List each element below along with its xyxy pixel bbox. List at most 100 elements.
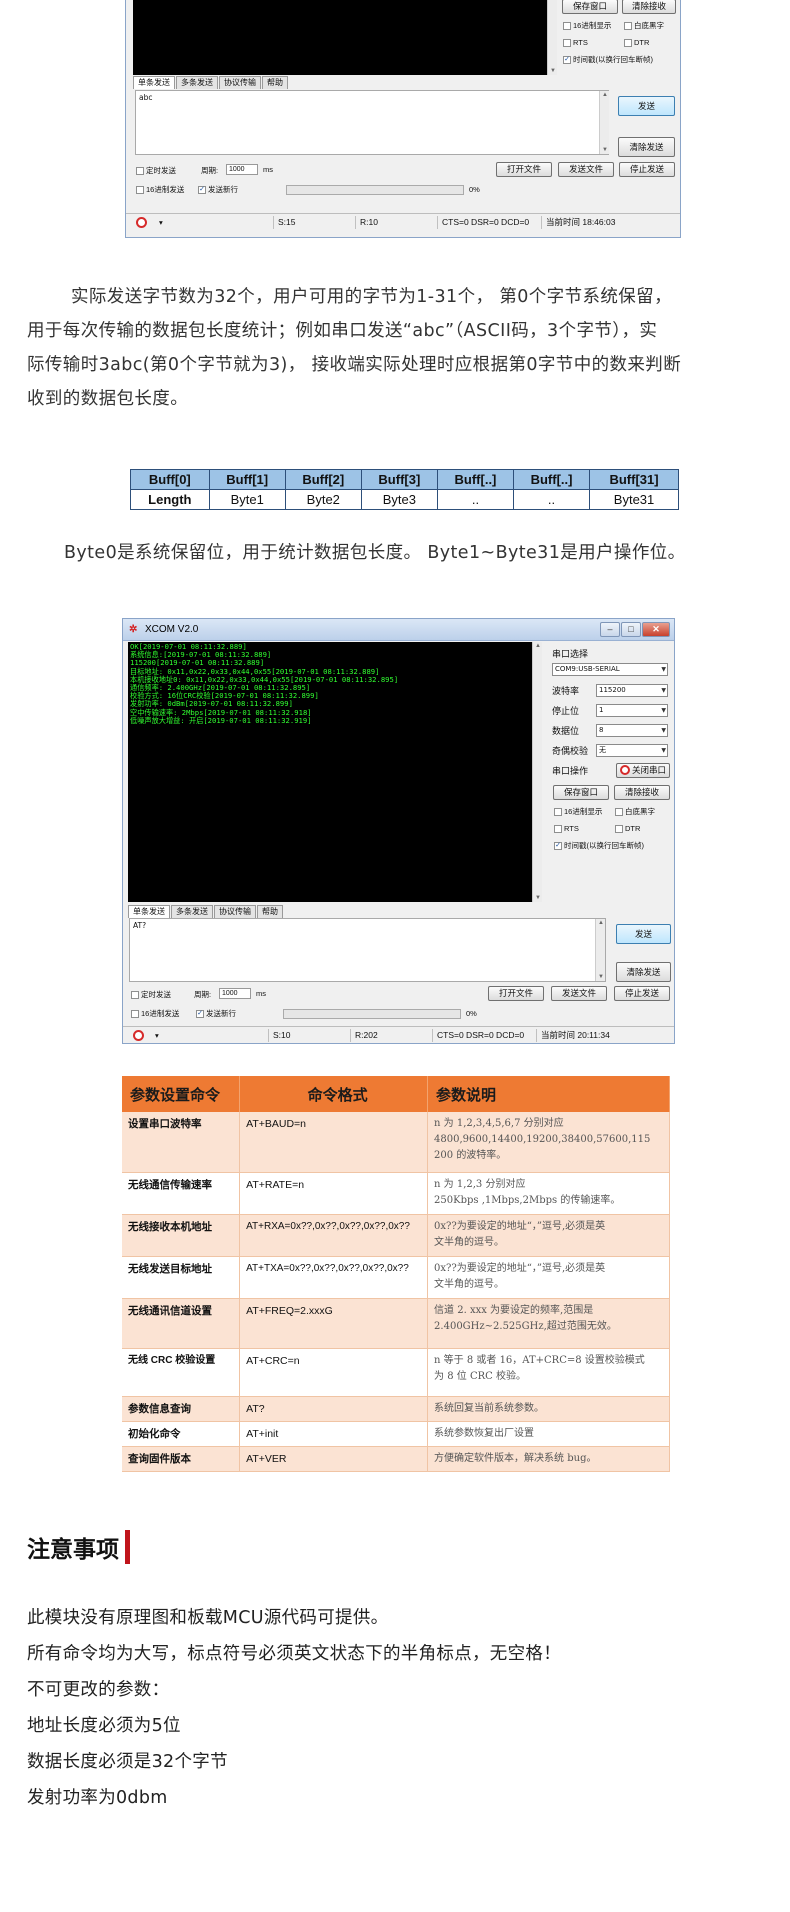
send-scrollbar[interactable]: ▲ ▼ bbox=[599, 91, 609, 154]
send-newline-checkbox[interactable]: ✓ 发送新行 bbox=[198, 184, 238, 195]
clear-send-button[interactable]: 清除发送 bbox=[618, 137, 675, 157]
scroll-up-icon[interactable]: ▲ bbox=[596, 920, 606, 926]
maximize-icon[interactable]: □ bbox=[621, 622, 641, 637]
send-file-button[interactable]: 发送文件 bbox=[558, 162, 614, 177]
receive-scrollbar[interactable]: ▼ bbox=[547, 0, 557, 75]
table-row: Length Byte1 Byte2 Byte3 .. .. Byte31 bbox=[130, 489, 679, 510]
tab-help[interactable]: 帮助 bbox=[257, 905, 283, 918]
white-black-checkbox[interactable]: 白底黑字 bbox=[624, 20, 664, 31]
title-bar: ✲ XCOM V2.0 – □ ✕ bbox=[123, 619, 674, 641]
tab-multi-send[interactable]: 多条发送 bbox=[171, 905, 213, 918]
save-window-button[interactable]: 保存窗口 bbox=[562, 0, 618, 14]
port-select-label: 串口选择 bbox=[552, 649, 589, 659]
note-line: 不可更改的参数： bbox=[27, 1680, 170, 1700]
xcom-window-top: ▼ 保存窗口 清除接收 16进制显示 白底黑字 RTS DTR ✓ 时间戳(以换行… bbox=[125, 0, 681, 238]
intro-paragraph: 实际发送字节数为32个，用户可用的字节为1-31个， 第0个字节系统保留， 用于… bbox=[27, 280, 777, 416]
baud-select[interactable]: 115200 ▼ bbox=[596, 683, 668, 697]
scroll-up-icon[interactable]: ▲ bbox=[600, 92, 610, 98]
note-line: 所有命令均为大写，标点符号必须英文状态下的半角标点，无空格！ bbox=[27, 1644, 561, 1664]
stop-bits-select[interactable]: 1 ▼ bbox=[596, 703, 668, 717]
send-newline-checkbox[interactable]: ✓ 发送新行 bbox=[196, 1008, 236, 1019]
receive-scrollbar[interactable]: ▲ ▼ bbox=[532, 642, 542, 902]
clear-receive-button[interactable]: 清除接收 bbox=[614, 785, 670, 800]
tab-multi-send[interactable]: 多条发送 bbox=[176, 76, 218, 89]
status-time: 当前时间 18:46:03 bbox=[541, 216, 661, 229]
table-header-cell: Buff[..] bbox=[436, 469, 514, 490]
table-header-cell: 参数设置命令 bbox=[122, 1076, 241, 1112]
stop-send-button[interactable]: 停止发送 bbox=[619, 162, 675, 177]
chevron-down-icon[interactable]: ▾ bbox=[155, 1031, 159, 1040]
record-icon[interactable] bbox=[136, 217, 147, 228]
port-select[interactable]: COM9:USB-SERIAL ▼ bbox=[552, 663, 668, 676]
timestamp-checkbox[interactable]: ✓ 时间戳(以换行回车断帧) bbox=[554, 840, 644, 851]
para-line: 际传输时3abc(第0个字节就为3)， 接收端实际处理时应根据第0字节中的数来判… bbox=[27, 355, 682, 375]
tab-protocol[interactable]: 协议传输 bbox=[214, 905, 256, 918]
period-unit: ms bbox=[263, 165, 273, 174]
hex-display-checkbox[interactable]: 16进制显示 bbox=[563, 20, 611, 31]
period-label: 周期: bbox=[194, 990, 212, 999]
period-input[interactable]: 1000 bbox=[226, 164, 258, 175]
table-row: 无线通信传输速率 AT+RATE=n n 为 1,2,3 分别对应 250Kbp… bbox=[122, 1172, 670, 1215]
clear-send-button[interactable]: 清除发送 bbox=[616, 962, 671, 982]
close-icon[interactable]: ✕ bbox=[642, 622, 670, 637]
timestamp-checkbox[interactable]: ✓ 时间戳(以换行回车断帧) bbox=[563, 54, 653, 65]
scroll-up-icon[interactable]: ▲ bbox=[533, 643, 543, 649]
minimize-icon[interactable]: – bbox=[600, 622, 620, 637]
note-line: 地址长度必须为5位 bbox=[27, 1716, 181, 1736]
tab-protocol[interactable]: 协议传输 bbox=[219, 76, 261, 89]
timed-send-checkbox[interactable]: 定时发送 bbox=[131, 989, 171, 1000]
status-received: R:202 bbox=[350, 1029, 432, 1042]
tab-single-send[interactable]: 单条发送 bbox=[128, 905, 170, 918]
table-row: 无线发送目标地址 AT+TXA=0x??,0x??,0x??,0x??,0x??… bbox=[122, 1256, 670, 1299]
command-name: 无线发送目标地址 bbox=[122, 1256, 241, 1299]
dtr-checkbox[interactable]: DTR bbox=[624, 37, 649, 48]
timed-send-checkbox[interactable]: 定时发送 bbox=[136, 165, 176, 176]
buffer-layout-table: Buff[0] Buff[1] Buff[2] Buff[3] Buff[..]… bbox=[130, 469, 679, 510]
data-bits-select[interactable]: 8 ▼ bbox=[596, 723, 668, 737]
chevron-down-icon: ▼ bbox=[661, 706, 666, 714]
tab-help[interactable]: 帮助 bbox=[262, 76, 288, 89]
save-window-button[interactable]: 保存窗口 bbox=[553, 785, 609, 800]
close-port-button[interactable]: 关闭串口 bbox=[616, 763, 670, 778]
stop-send-button[interactable]: 停止发送 bbox=[614, 986, 670, 1001]
clear-receive-button[interactable]: 清除接收 bbox=[622, 0, 676, 14]
chevron-down-icon[interactable]: ▾ bbox=[159, 218, 163, 227]
scroll-down-icon[interactable]: ▼ bbox=[533, 895, 543, 901]
receive-terminal[interactable]: OK[2019-07-01 08:11:32.889] 系统信息:[2019-0… bbox=[128, 642, 532, 902]
hex-send-checkbox[interactable]: 16进制发送 bbox=[136, 184, 184, 195]
status-received: R:10 bbox=[355, 216, 437, 229]
hex-send-checkbox[interactable]: 16进制发送 bbox=[131, 1008, 179, 1019]
scroll-down-icon[interactable]: ▼ bbox=[548, 68, 558, 74]
parity-select[interactable]: 无 ▼ bbox=[596, 743, 668, 757]
tab-single-send[interactable]: 单条发送 bbox=[133, 76, 175, 89]
period-input[interactable]: 1000 bbox=[219, 988, 251, 999]
receive-terminal[interactable] bbox=[133, 0, 547, 75]
send-input[interactable]: AT? bbox=[129, 918, 606, 982]
xcom-window: ✲ XCOM V2.0 – □ ✕ OK[2019-07-01 08:11:32… bbox=[122, 618, 675, 1044]
command-format: AT+VER bbox=[239, 1446, 429, 1472]
para-line: 收到的数据包长度。 bbox=[27, 389, 189, 409]
scroll-down-icon[interactable]: ▼ bbox=[600, 147, 610, 153]
send-tabs: 单条发送 多条发送 协议传输 帮助 bbox=[128, 905, 284, 918]
send-input[interactable]: abc bbox=[135, 90, 609, 155]
scroll-down-icon[interactable]: ▼ bbox=[596, 974, 606, 980]
dtr-checkbox[interactable]: DTR bbox=[615, 823, 640, 834]
table-row: 初始化命令 AT+init 系统参数恢复出厂设置 bbox=[122, 1421, 670, 1447]
command-desc: 信道 2. xxx 为要设定的频率,范围是 2.400GHz~2.525GHz,… bbox=[427, 1298, 670, 1349]
send-file-button[interactable]: 发送文件 bbox=[551, 986, 607, 1001]
table-row: 参数信息查询 AT? 系统回复当前系统参数。 bbox=[122, 1396, 670, 1422]
rts-checkbox[interactable]: RTS bbox=[563, 37, 588, 48]
hex-display-checkbox[interactable]: 16进制显示 bbox=[554, 806, 602, 817]
progress-percent: 0% bbox=[466, 1009, 477, 1018]
open-file-button[interactable]: 打开文件 bbox=[488, 986, 544, 1001]
status-sent: S:15 bbox=[273, 216, 355, 229]
chevron-down-icon: ▼ bbox=[661, 726, 666, 734]
send-button[interactable]: 发送 bbox=[616, 924, 671, 944]
send-button[interactable]: 发送 bbox=[618, 96, 675, 116]
send-scrollbar[interactable]: ▲ ▼ bbox=[595, 919, 605, 981]
table-header-cell: Buff[0] bbox=[130, 469, 210, 490]
white-black-checkbox[interactable]: 白底黑字 bbox=[615, 806, 655, 817]
rts-checkbox[interactable]: RTS bbox=[554, 823, 579, 834]
record-icon[interactable] bbox=[133, 1030, 144, 1041]
open-file-button[interactable]: 打开文件 bbox=[496, 162, 552, 177]
